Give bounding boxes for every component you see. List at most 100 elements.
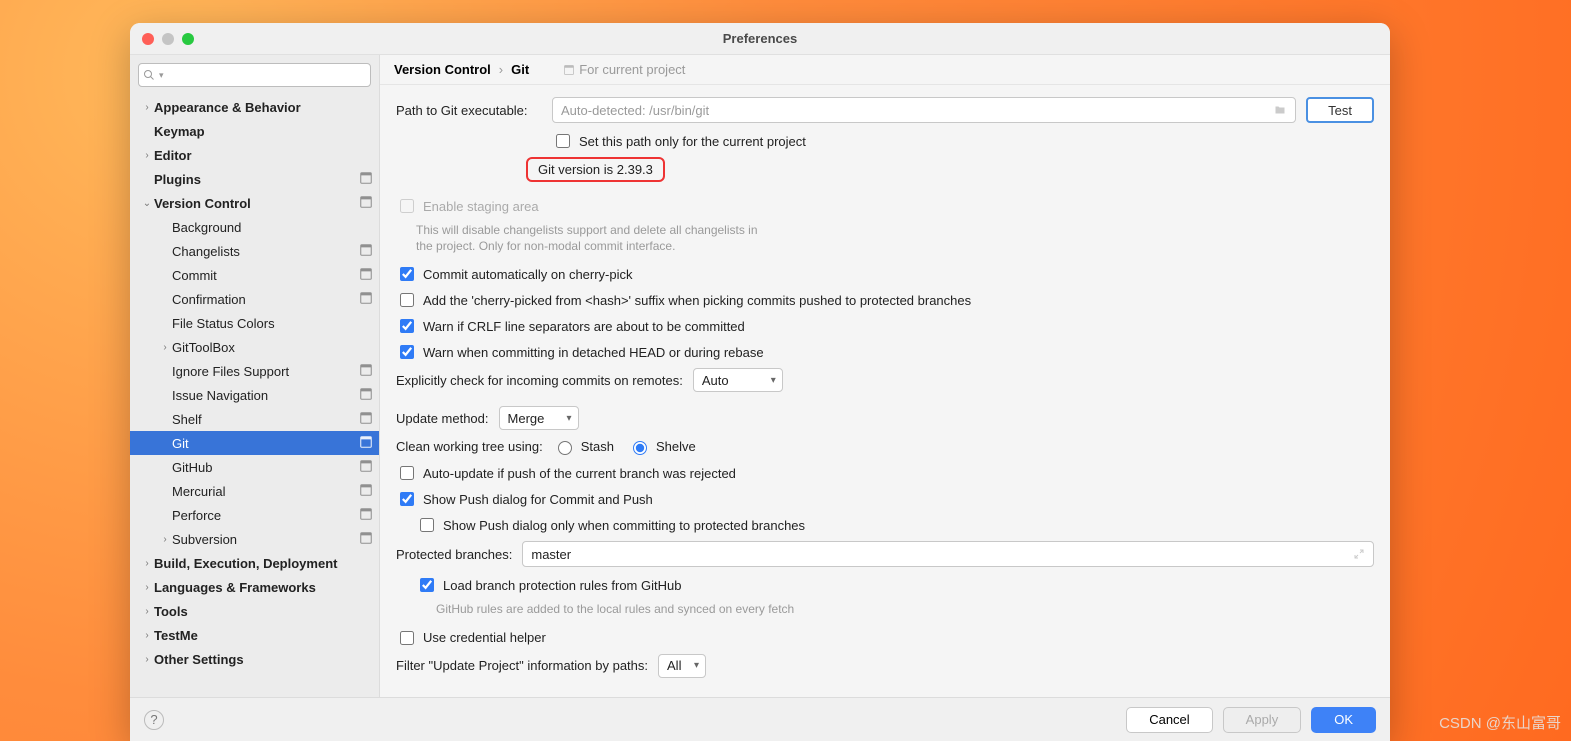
chevron-icon: › xyxy=(140,606,154,617)
project-scope-icon xyxy=(359,507,373,524)
enable-staging-note: This will disable changelists support an… xyxy=(416,222,776,254)
search-input[interactable]: ▾ xyxy=(138,63,371,87)
sidebar-item-label: Other Settings xyxy=(154,652,373,667)
apply-button: Apply xyxy=(1223,707,1302,733)
set-path-only-checkbox[interactable] xyxy=(556,134,570,148)
sidebar-item-subversion[interactable]: ›Subversion xyxy=(130,527,379,551)
sidebar-item-issue-navigation[interactable]: Issue Navigation xyxy=(130,383,379,407)
sidebar-item-label: Languages & Frameworks xyxy=(154,580,373,595)
ok-button[interactable]: OK xyxy=(1311,707,1376,733)
sidebar-item-editor[interactable]: ›Editor xyxy=(130,143,379,167)
chevron-icon: › xyxy=(140,654,154,665)
sidebar-item-testme[interactable]: ›TestMe xyxy=(130,623,379,647)
chevron-icon: › xyxy=(158,534,172,545)
sidebar-item-perforce[interactable]: Perforce xyxy=(130,503,379,527)
sidebar-item-other-settings[interactable]: ›Other Settings xyxy=(130,647,379,671)
sidebar-item-label: Issue Navigation xyxy=(172,388,359,403)
sidebar-item-label: Commit xyxy=(172,268,359,283)
explicit-check-select[interactable]: Auto xyxy=(693,368,783,392)
settings-tree[interactable]: ›Appearance & BehaviorKeymap›EditorPlugi… xyxy=(130,95,379,697)
auto-update-checkbox[interactable] xyxy=(400,466,414,480)
sidebar-item-mercurial[interactable]: Mercurial xyxy=(130,479,379,503)
window-title: Preferences xyxy=(130,31,1390,46)
sidebar-item-gittoolbox[interactable]: ›GitToolBox xyxy=(130,335,379,359)
chevron-icon: › xyxy=(140,582,154,593)
sidebar-item-label: Git xyxy=(172,436,359,451)
sidebar-item-label: Confirmation xyxy=(172,292,359,307)
cancel-button[interactable]: Cancel xyxy=(1126,707,1212,733)
titlebar[interactable]: Preferences xyxy=(130,23,1390,55)
help-button[interactable]: ? xyxy=(144,710,164,730)
sidebar-item-label: GitToolBox xyxy=(172,340,373,355)
sidebar-item-label: Perforce xyxy=(172,508,359,523)
sidebar-item-version-control[interactable]: ⌄Version Control xyxy=(130,191,379,215)
show-push-checkbox[interactable] xyxy=(400,492,414,506)
project-scope-icon xyxy=(359,411,373,428)
sidebar-item-tools[interactable]: ›Tools xyxy=(130,599,379,623)
load-protection-checkbox[interactable] xyxy=(420,578,434,592)
warn-crlf-label: Warn if CRLF line separators are about t… xyxy=(423,319,745,334)
breadcrumb: Version Control › Git For current projec… xyxy=(380,55,1390,85)
sidebar-item-label: Editor xyxy=(154,148,373,163)
sidebar-item-languages-frameworks[interactable]: ›Languages & Frameworks xyxy=(130,575,379,599)
filter-select[interactable]: All xyxy=(658,654,706,678)
breadcrumb-leaf: Git xyxy=(511,62,529,77)
explicit-check-label: Explicitly check for incoming commits on… xyxy=(396,373,683,388)
chevron-icon: › xyxy=(140,558,154,569)
show-push-label: Show Push dialog for Commit and Push xyxy=(423,492,653,507)
scope-hint: For current project xyxy=(563,62,685,77)
preferences-window: Preferences ▾ ›Appearance & BehaviorKeym… xyxy=(130,23,1390,741)
sidebar-item-file-status-colors[interactable]: File Status Colors xyxy=(130,311,379,335)
sidebar-item-appearance-behavior[interactable]: ›Appearance & Behavior xyxy=(130,95,379,119)
chevron-right-icon: › xyxy=(499,62,503,77)
add-suffix-checkbox[interactable] xyxy=(400,293,414,307)
sidebar-item-git[interactable]: Git xyxy=(130,431,379,455)
sidebar-item-keymap[interactable]: Keymap xyxy=(130,119,379,143)
add-suffix-label: Add the 'cherry-picked from <hash>' suff… xyxy=(423,293,971,308)
chevron-icon: ⌄ xyxy=(140,198,154,209)
sidebar-item-github[interactable]: GitHub xyxy=(130,455,379,479)
sidebar-item-label: Changelists xyxy=(172,244,359,259)
sidebar-item-commit[interactable]: Commit xyxy=(130,263,379,287)
project-scope-icon xyxy=(359,291,373,308)
warn-detached-checkbox[interactable] xyxy=(400,345,414,359)
update-method-select[interactable]: Merge xyxy=(499,406,579,430)
show-push-protected-checkbox[interactable] xyxy=(420,518,434,532)
folder-icon[interactable] xyxy=(1273,104,1287,116)
warn-crlf-checkbox[interactable] xyxy=(400,319,414,333)
project-scope-icon xyxy=(359,435,373,452)
expand-icon[interactable] xyxy=(1353,548,1365,560)
clean-tree-label: Clean working tree using: xyxy=(396,439,543,454)
chevron-icon: › xyxy=(140,150,154,161)
sidebar-item-label: File Status Colors xyxy=(172,316,373,331)
sidebar-item-plugins[interactable]: Plugins xyxy=(130,167,379,191)
breadcrumb-root[interactable]: Version Control xyxy=(394,62,491,77)
commit-auto-label: Commit automatically on cherry-pick xyxy=(423,267,633,282)
shelve-radio[interactable] xyxy=(633,441,647,455)
test-button[interactable]: Test xyxy=(1306,97,1374,123)
auto-update-label: Auto-update if push of the current branc… xyxy=(423,466,736,481)
shelve-label: Shelve xyxy=(656,439,696,454)
git-version-text: Git version is 2.39.3 xyxy=(526,157,665,182)
update-method-label: Update method: xyxy=(396,411,489,426)
use-cred-checkbox[interactable] xyxy=(400,631,414,645)
sidebar-item-background[interactable]: Background xyxy=(130,215,379,239)
commit-auto-checkbox[interactable] xyxy=(400,267,414,281)
load-protection-note: GitHub rules are added to the local rule… xyxy=(436,601,1374,617)
content: ▾ ›Appearance & BehaviorKeymap›EditorPlu… xyxy=(130,55,1390,697)
sidebar-item-build-execution-deployment[interactable]: ›Build, Execution, Deployment xyxy=(130,551,379,575)
sidebar-item-confirmation[interactable]: Confirmation xyxy=(130,287,379,311)
protected-branches-input[interactable]: master xyxy=(522,541,1374,567)
enable-staging-label: Enable staging area xyxy=(423,199,539,214)
project-icon xyxy=(563,64,575,76)
main-panel: Version Control › Git For current projec… xyxy=(380,55,1390,697)
sidebar-item-label: Shelf xyxy=(172,412,359,427)
sidebar-item-label: Appearance & Behavior xyxy=(154,100,373,115)
sidebar-item-shelf[interactable]: Shelf xyxy=(130,407,379,431)
stash-radio[interactable] xyxy=(558,441,572,455)
sidebar-item-changelists[interactable]: Changelists xyxy=(130,239,379,263)
filter-label: Filter "Update Project" information by p… xyxy=(396,658,648,673)
git-path-input[interactable]: Auto-detected: /usr/bin/git xyxy=(552,97,1296,123)
load-protection-label: Load branch protection rules from GitHub xyxy=(443,578,681,593)
sidebar-item-ignore-files-support[interactable]: Ignore Files Support xyxy=(130,359,379,383)
